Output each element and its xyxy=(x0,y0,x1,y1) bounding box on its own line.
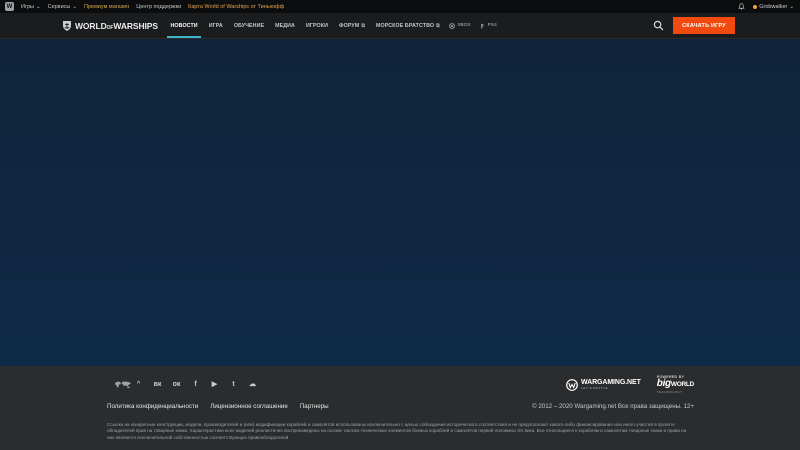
social-links: ^ вк ок f ▶ t ☁ xyxy=(114,378,257,390)
premium-shop-link[interactable]: Премиум магазин xyxy=(84,4,129,10)
chevron-down-icon: ⌄ xyxy=(72,3,77,10)
ps4-label[interactable]: PS4 xyxy=(488,23,497,28)
external-link-icon: ⧉ xyxy=(361,22,366,29)
nav-item-media[interactable]: МЕДИА xyxy=(270,13,301,38)
nav-item-players[interactable]: ИГРОКИ xyxy=(300,13,333,38)
twitter-icon[interactable]: t xyxy=(229,380,238,389)
wargaming-mark-icon xyxy=(566,378,578,391)
nav-menu: НОВОСТИ ИГРА ОБУЧЕНИЕ МЕДИА ИГРОКИ ФОРУМ… xyxy=(165,13,497,38)
world-map-icon xyxy=(115,381,131,388)
games-menu-label: Игры xyxy=(21,3,34,10)
external-link-icon: ⧉ xyxy=(436,22,440,29)
support-center-link[interactable]: Центр поддержки xyxy=(136,4,181,10)
brand-world: WORLD xyxy=(75,20,107,31)
topbar-right: Grobwalker ⌄ xyxy=(738,0,794,13)
nav-item-naval-brotherhood[interactable]: МОРСКОЕ БРАТСТВО ⧉ xyxy=(371,13,446,38)
vk-icon[interactable]: вк xyxy=(153,380,162,389)
xbox-icon[interactable] xyxy=(449,22,456,29)
nav-item-news[interactable]: НОВОСТИ xyxy=(165,13,203,38)
platforms: XBOX PS4 xyxy=(445,22,497,29)
user-menu[interactable]: Grobwalker ⌄ xyxy=(753,4,794,10)
nav-item-training[interactable]: ОБУЧЕНИЕ xyxy=(228,13,269,38)
bigworld-tech: TECHNOLOGY xyxy=(656,390,683,394)
nav-item-naval-brotherhood-label: МОРСКОЕ БРАТСТВО xyxy=(376,22,435,29)
brand-warships: WARSHIPS xyxy=(113,20,158,31)
services-menu[interactable]: Сервисы ⌄ xyxy=(48,4,77,10)
legal-links: Политика конфиденциальности Лицензионное… xyxy=(107,403,329,410)
nav-item-forum[interactable]: ФОРУМ ⧉ xyxy=(334,13,371,38)
search-icon[interactable] xyxy=(653,20,664,31)
world-of-warships-logo[interactable]: WORLDOFWARSHIPS xyxy=(62,17,158,34)
services-menu-label: Сервисы xyxy=(47,3,71,10)
partner-logos: WARGAMING.NET LET'S BATTLE POWERED BY bi… xyxy=(566,375,694,394)
partners-link[interactable]: Партнеры xyxy=(300,403,329,410)
bigworld-big: big xyxy=(656,378,671,389)
soundcloud-icon[interactable]: ☁ xyxy=(248,380,257,389)
odnoklassniki-icon[interactable]: ок xyxy=(172,380,181,389)
region-selector[interactable]: ^ xyxy=(114,380,143,389)
nav-item-forum-label: ФОРУМ xyxy=(339,22,360,29)
bigworld-world: WORLD xyxy=(670,381,694,388)
bigworld-logo[interactable]: POWERED BY bigWORLD TECHNOLOGY xyxy=(657,375,694,394)
top-utility-bar: W Игры ⌄ Сервисы ⌄ Премиум магазин Центр… xyxy=(0,0,800,13)
playstation-icon[interactable] xyxy=(479,23,486,29)
username: Grobwalker xyxy=(759,3,788,10)
games-menu[interactable]: Игры ⌄ xyxy=(21,4,41,10)
user-status-icon xyxy=(753,4,758,9)
wargaming-name: WARGAMING.NET xyxy=(581,379,641,386)
chevron-down-icon: ⌄ xyxy=(789,3,794,10)
legal-disclaimer: Ссылки на конкретные конструкции, модели… xyxy=(107,422,687,440)
chevron-up-icon: ^ xyxy=(136,381,141,387)
facebook-icon[interactable]: f xyxy=(191,380,200,389)
brand-name: WORLDOFWARSHIPS xyxy=(75,21,158,31)
bigworld-name: bigWORLD xyxy=(657,379,694,390)
nav-item-game[interactable]: ИГРА xyxy=(203,13,228,38)
chevron-down-icon: ⌄ xyxy=(35,3,41,10)
tinkoff-card-link[interactable]: Карта World of Warships от Тинькофф xyxy=(188,4,284,10)
copyright: © 2012 – 2020 Wargaming.net Все права за… xyxy=(532,403,694,410)
youtube-icon[interactable]: ▶ xyxy=(210,380,219,389)
wargaming-logo[interactable]: WARGAMING.NET LET'S BATTLE xyxy=(566,378,641,391)
privacy-policy-link[interactable]: Политика конфиденциальности xyxy=(107,403,198,410)
xbox-label[interactable]: XBOX xyxy=(457,23,470,28)
download-game-button[interactable]: СКАЧАТЬ ИГРУ xyxy=(673,17,735,34)
wargaming-tagline: LET'S BATTLE xyxy=(581,386,609,390)
main-nav: WORLDOFWARSHIPS НОВОСТИ ИГРА ОБУЧЕНИЕ МЕ… xyxy=(0,13,800,39)
license-agreement-link[interactable]: Лицензионное соглашение xyxy=(210,403,288,410)
wargaming-logo-icon[interactable]: W xyxy=(5,2,14,11)
anchor-shield-icon xyxy=(63,20,71,31)
hero-banner xyxy=(0,39,800,366)
bell-icon[interactable] xyxy=(738,3,745,10)
